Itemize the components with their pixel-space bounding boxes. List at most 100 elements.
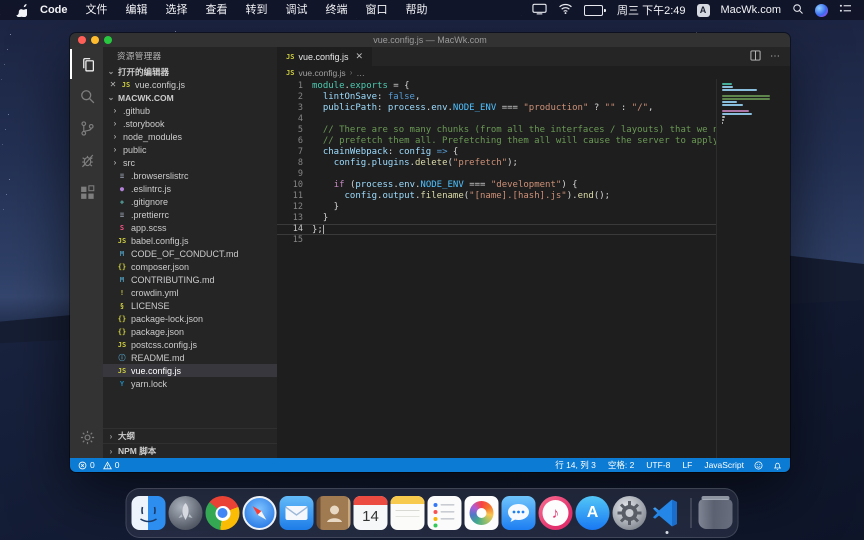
menu-item-6[interactable]: 终端 bbox=[317, 0, 357, 20]
breadcrumb-file[interactable]: vue.config.js bbox=[298, 68, 345, 78]
file-row--gitignore[interactable]: ◆.gitignore bbox=[103, 195, 277, 208]
file-row-contributing-md[interactable]: MCONTRIBUTING.md bbox=[103, 273, 277, 286]
dock-icon-launchpad[interactable] bbox=[169, 496, 203, 530]
menu-item-2[interactable]: 选择 bbox=[157, 0, 197, 20]
code-line-6[interactable]: 6 // prefetch them all. Prefetching them… bbox=[277, 136, 716, 147]
dock-icon-notes[interactable] bbox=[391, 496, 425, 530]
code-line-4[interactable]: 4 bbox=[277, 114, 716, 125]
dock-icon-reminders[interactable] bbox=[428, 496, 462, 530]
app-menu-code[interactable]: Code bbox=[31, 4, 77, 16]
dock-icon-mail[interactable] bbox=[280, 496, 314, 530]
notification-center-icon[interactable] bbox=[839, 3, 852, 17]
menu-bar-clock[interactable]: 周三 下午2:49 bbox=[617, 2, 685, 18]
notifications-bell-icon[interactable] bbox=[773, 461, 782, 470]
dock-icon-photos[interactable] bbox=[465, 496, 499, 530]
folder-row--github[interactable]: ›.github bbox=[103, 104, 277, 117]
more-actions-icon[interactable]: ⋯ bbox=[770, 51, 781, 62]
dock-icon-system-preferences[interactable] bbox=[613, 496, 647, 530]
activity-bar-extensions[interactable] bbox=[70, 177, 103, 207]
code-line-13[interactable]: 13 } bbox=[277, 213, 716, 224]
menu-bar-brand[interactable]: MacWk.com bbox=[721, 4, 782, 16]
file-row-yarn-lock[interactable]: Yyarn.lock bbox=[103, 377, 277, 390]
code-line-11[interactable]: 11 config.output.filename("[name].[hash]… bbox=[277, 191, 716, 202]
dock-icon-finder[interactable] bbox=[132, 496, 166, 530]
dock-icon-contacts[interactable] bbox=[317, 496, 351, 530]
file-row--prettierrc[interactable]: ≡.prettierrc bbox=[103, 208, 277, 221]
file-row-license[interactable]: §LICENSE bbox=[103, 299, 277, 312]
problems-warnings[interactable]: 0 bbox=[103, 460, 120, 470]
code-line-8[interactable]: 8 config.plugins.delete("prefetch"); bbox=[277, 158, 716, 169]
status-item-0[interactable]: 行 14, 列 3 bbox=[555, 459, 596, 471]
breadcrumb-more[interactable]: … bbox=[356, 68, 365, 78]
sidebar-section-1[interactable]: ›NPM 脚本 bbox=[103, 443, 277, 458]
open-editor-item-vue-config[interactable]: ✕ JS vue.config.js bbox=[103, 78, 277, 91]
file-row--eslintrc-js[interactable]: ●.eslintrc.js bbox=[103, 182, 277, 195]
activity-bar-explorer[interactable] bbox=[70, 49, 103, 79]
status-item-2[interactable]: UTF-8 bbox=[646, 460, 670, 470]
menu-item-8[interactable]: 帮助 bbox=[397, 0, 437, 20]
dock-icon-app-store[interactable]: A bbox=[576, 496, 610, 530]
file-row--browserslistrc[interactable]: ≡.browserslistrc bbox=[103, 169, 277, 182]
menu-item-7[interactable]: 窗口 bbox=[357, 0, 397, 20]
minimize-window-button[interactable] bbox=[91, 36, 99, 44]
close-editor-icon[interactable]: ✕ bbox=[109, 80, 117, 89]
input-source-icon[interactable]: A bbox=[697, 4, 710, 17]
spotlight-search-icon[interactable] bbox=[792, 3, 804, 18]
file-row-package-lock-json[interactable]: {}package-lock.json bbox=[103, 312, 277, 325]
dock-icon-messages[interactable] bbox=[502, 496, 536, 530]
code-line-5[interactable]: 5 // There are so many chunks (from all … bbox=[277, 125, 716, 136]
dock-icon-calendar[interactable]: 14 bbox=[354, 496, 388, 530]
code-line-12[interactable]: 12 } bbox=[277, 202, 716, 213]
menu-item-1[interactable]: 编辑 bbox=[117, 0, 157, 20]
sidebar-section-0[interactable]: ›大纲 bbox=[103, 428, 277, 443]
code-line-14[interactable]: 14}; bbox=[277, 224, 716, 235]
menu-item-0[interactable]: 文件 bbox=[77, 0, 117, 20]
code-line-3[interactable]: 3 publicPath: process.env.NODE_ENV === "… bbox=[277, 103, 716, 114]
split-editor-icon[interactable] bbox=[750, 48, 761, 66]
file-row-vue-config-js[interactable]: JSvue.config.js bbox=[103, 364, 277, 377]
open-editors-section-header[interactable]: ⌄ 打开的编辑器 bbox=[103, 65, 277, 78]
folder-row-src[interactable]: ›src bbox=[103, 156, 277, 169]
activity-bar-debug[interactable] bbox=[70, 145, 103, 175]
problems-errors[interactable]: 0 bbox=[78, 460, 95, 470]
folder-row--storybook[interactable]: ›.storybook bbox=[103, 117, 277, 130]
file-row-app-scss[interactable]: Sapp.scss bbox=[103, 221, 277, 234]
project-section-header[interactable]: ⌄ MACWK.COM bbox=[103, 91, 277, 104]
menu-item-3[interactable]: 查看 bbox=[197, 0, 237, 20]
code-line-7[interactable]: 7 chainWebpack: config => { bbox=[277, 147, 716, 158]
close-window-button[interactable] bbox=[78, 36, 86, 44]
tab-vue-config-js[interactable]: JS vue.config.js ✕ bbox=[277, 47, 372, 66]
window-title-bar[interactable]: vue.config.js — MacWk.com bbox=[70, 33, 790, 47]
folder-row-public[interactable]: ›public bbox=[103, 143, 277, 156]
wifi-icon[interactable] bbox=[558, 3, 573, 17]
siri-icon[interactable] bbox=[815, 4, 828, 17]
activity-bar-search[interactable] bbox=[70, 81, 103, 111]
zoom-window-button[interactable] bbox=[104, 36, 112, 44]
dock-icon-vscode[interactable] bbox=[650, 496, 684, 530]
code-line-10[interactable]: 10 if (process.env.NODE_ENV === "develop… bbox=[277, 180, 716, 191]
status-item-4[interactable]: JavaScript bbox=[704, 460, 744, 470]
file-row-crowdin-yml[interactable]: !crowdin.yml bbox=[103, 286, 277, 299]
minimap[interactable] bbox=[716, 79, 790, 458]
close-tab-icon[interactable]: ✕ bbox=[355, 51, 363, 62]
menu-item-5[interactable]: 调试 bbox=[277, 0, 317, 20]
status-item-1[interactable]: 空格: 2 bbox=[608, 459, 634, 471]
status-item-3[interactable]: LF bbox=[682, 460, 692, 470]
code-line-1[interactable]: 1module.exports = { bbox=[277, 81, 716, 92]
dock-icon-itunes[interactable]: ♪ bbox=[539, 496, 573, 530]
apple-menu-icon[interactable] bbox=[12, 4, 31, 17]
dock-icon-chrome[interactable] bbox=[206, 496, 240, 530]
battery-icon[interactable] bbox=[584, 5, 606, 16]
file-row-babel-config-js[interactable]: JSbabel.config.js bbox=[103, 234, 277, 247]
file-row-package-json[interactable]: {}package.json bbox=[103, 325, 277, 338]
code-line-2[interactable]: 2 lintOnSave: false, bbox=[277, 92, 716, 103]
code-line-15[interactable]: 15 bbox=[277, 235, 716, 246]
feedback-smiley-icon[interactable] bbox=[754, 461, 763, 470]
file-row-code-of-conduct-md[interactable]: MCODE_OF_CONDUCT.md bbox=[103, 247, 277, 260]
file-row-readme-md[interactable]: ⓘREADME.md bbox=[103, 351, 277, 364]
folder-row-node-modules[interactable]: ›node_modules bbox=[103, 130, 277, 143]
dock-icon-trash[interactable] bbox=[699, 499, 733, 529]
activity-bar-source-control[interactable] bbox=[70, 113, 103, 143]
code-line-9[interactable]: 9 bbox=[277, 169, 716, 180]
file-row-composer-json[interactable]: {}composer.json bbox=[103, 260, 277, 273]
